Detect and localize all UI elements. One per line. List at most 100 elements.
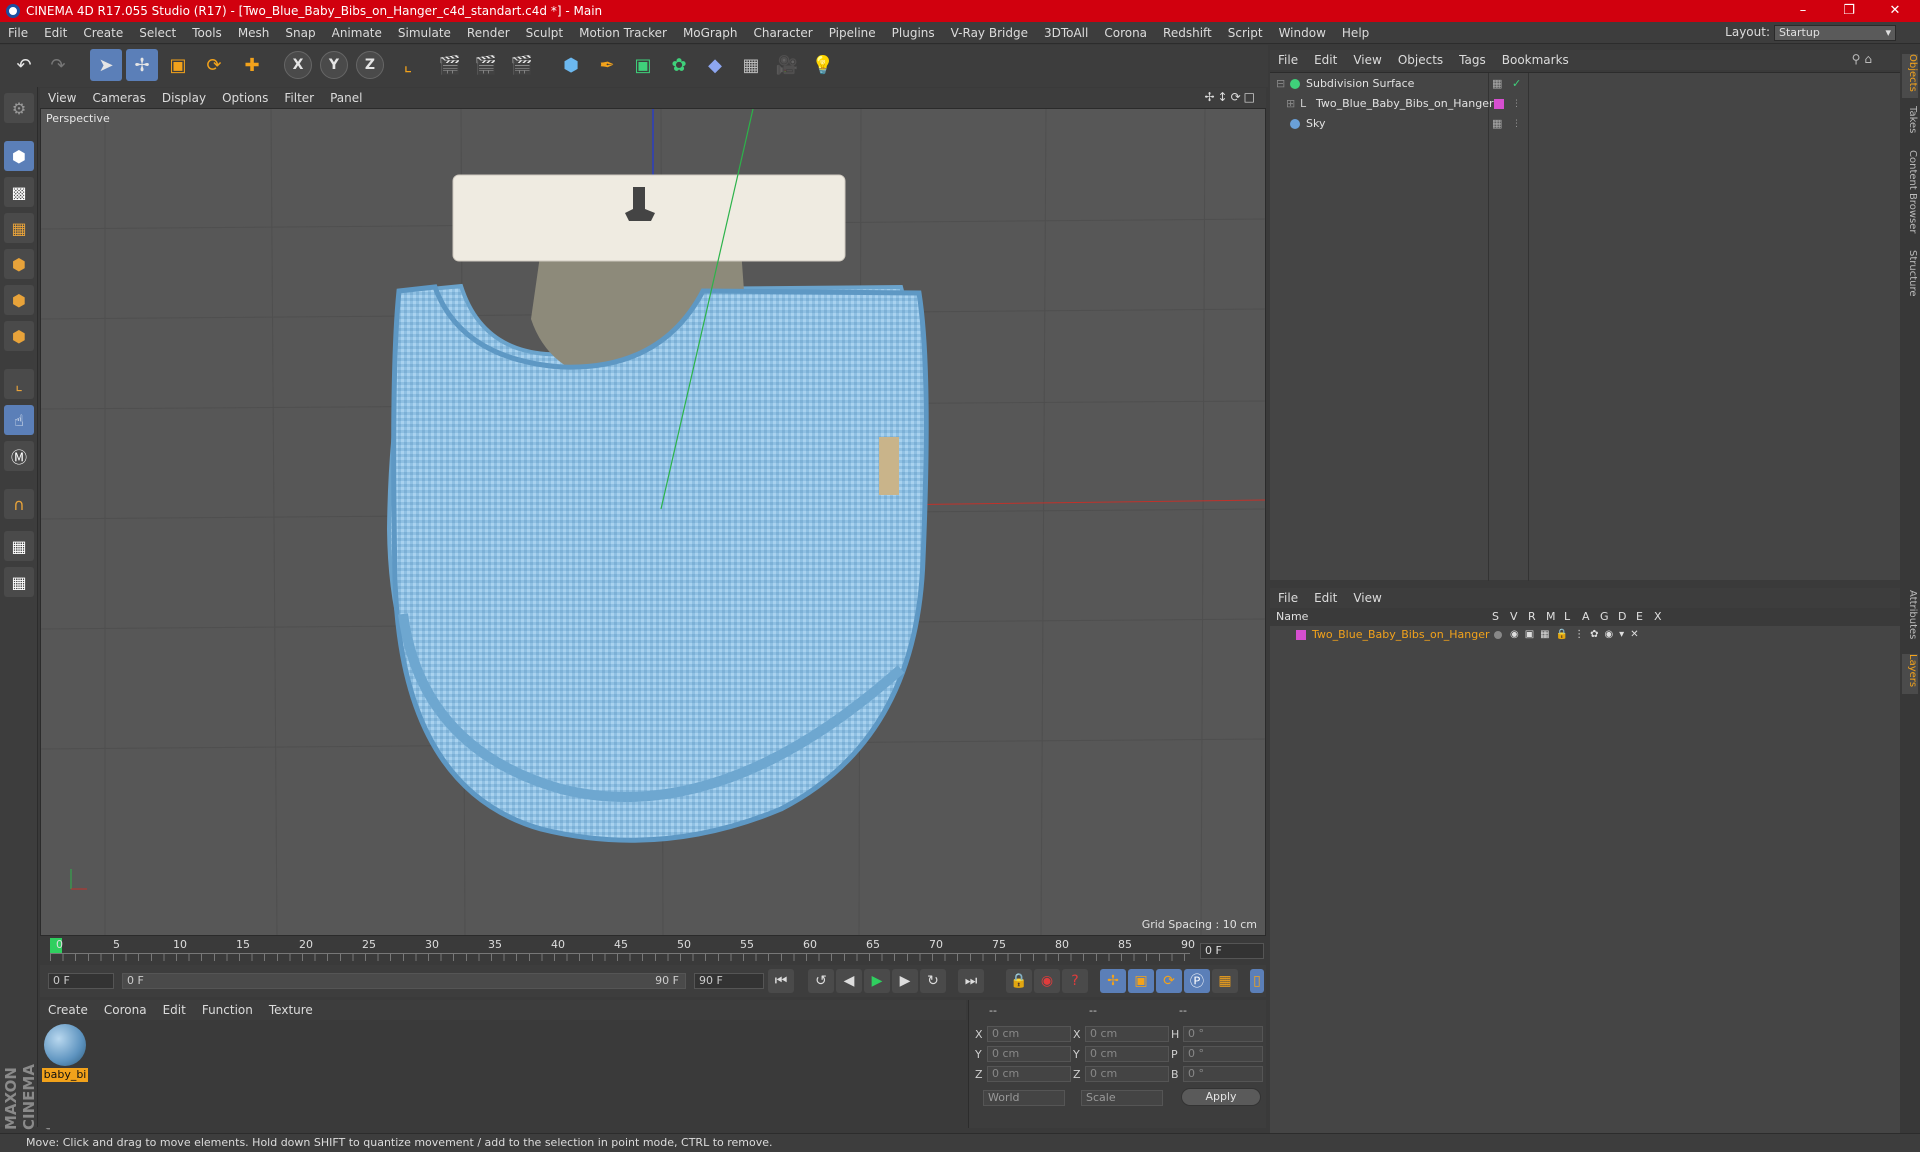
menu-mograph[interactable]: MoGraph (675, 22, 746, 44)
points-mode-icon[interactable]: ⬢ (4, 249, 34, 279)
key-pla-icon[interactable]: ▦ (1212, 969, 1238, 993)
menu-window[interactable]: Window (1271, 22, 1334, 44)
material-menu-texture[interactable]: Texture (261, 1000, 321, 1020)
material-menu-create[interactable]: Create (40, 1000, 96, 1020)
rotation-b-field[interactable]: 0 ° (1183, 1066, 1263, 1082)
object-row[interactable]: ⊟ Subdivision Surface ▦ ✓ (1270, 75, 1900, 93)
record-keys-icon[interactable]: 🔒 (1006, 969, 1032, 993)
viewport-menu-panel[interactable]: Panel (322, 88, 370, 108)
viewport-menu-filter[interactable]: Filter (276, 88, 322, 108)
viewport-nav-icons[interactable]: ✢↕⟳□ (1204, 90, 1258, 104)
tweak-mode-icon[interactable]: ☝ (4, 405, 34, 435)
menu-sculpt[interactable]: Sculpt (518, 22, 571, 44)
grid-snap-icon[interactable]: ▦ (4, 567, 34, 597)
workplane-mode-icon[interactable]: ▦ (4, 213, 34, 243)
menu-edit[interactable]: Edit (36, 22, 75, 44)
model-mode-icon[interactable]: ⬢ (4, 141, 34, 171)
cloner-icon[interactable]: ✿ (663, 49, 695, 81)
size-x-field[interactable]: 0 cm (1085, 1026, 1169, 1042)
end-frame-field[interactable]: 90 F (694, 973, 764, 989)
frame-range-slider[interactable]: 0 F 90 F (122, 973, 686, 989)
menu-pipeline[interactable]: Pipeline (821, 22, 884, 44)
edit-toggle-icon[interactable]: ▦ (1492, 75, 1502, 93)
layer-menu-view[interactable]: View (1345, 588, 1389, 608)
tab-structure[interactable]: Structure (1902, 250, 1918, 306)
object-menu-view[interactable]: View (1345, 50, 1389, 70)
layer-color-swatch[interactable] (1494, 99, 1504, 109)
menu-snap[interactable]: Snap (277, 22, 323, 44)
key-position-icon[interactable]: ✢ (1100, 969, 1126, 993)
render-picture-viewer-icon[interactable]: 🎬 (470, 49, 502, 81)
size-y-field[interactable]: 0 cm (1085, 1046, 1169, 1062)
object-menu-tags[interactable]: Tags (1451, 50, 1494, 70)
viewport-menu-options[interactable]: Options (214, 88, 276, 108)
polygons-mode-icon[interactable]: ⬢ (4, 321, 34, 351)
position-y-field[interactable]: 0 cm (987, 1046, 1071, 1062)
menu-tools[interactable]: Tools (184, 22, 230, 44)
light-icon[interactable]: 💡 (807, 49, 839, 81)
workplane-lock-icon[interactable]: ▦ (4, 531, 34, 561)
rotate-tool-icon[interactable]: ⟳ (198, 49, 230, 81)
play-icon[interactable]: ▶ (864, 969, 890, 993)
viewport-menu-view[interactable]: View (40, 88, 84, 108)
viewport-menu-display[interactable]: Display (154, 88, 214, 108)
size-z-field[interactable]: 0 cm (1085, 1066, 1169, 1082)
render-settings-icon[interactable]: 🎬 (506, 49, 538, 81)
rotation-p-field[interactable]: 0 ° (1183, 1046, 1263, 1062)
tab-objects[interactable]: Objects (1902, 54, 1918, 98)
menu-3dtoall[interactable]: 3DToAll (1036, 22, 1096, 44)
object-menu-objects[interactable]: Objects (1390, 50, 1451, 70)
z-axis-lock-button[interactable]: Z (356, 51, 384, 79)
scale-tool-icon[interactable]: ▣ (162, 49, 194, 81)
menu-animate[interactable]: Animate (324, 22, 390, 44)
menu-help[interactable]: Help (1334, 22, 1377, 44)
render-view-icon[interactable]: 🎬 (434, 49, 466, 81)
layer-color-swatch[interactable] (1296, 630, 1306, 640)
timeline-ruler[interactable]: 0 5 10 15 20 25 30 35 40 45 50 55 60 65 … (40, 938, 1266, 962)
key-rotation-icon[interactable]: ⟳ (1156, 969, 1182, 993)
menu-corona[interactable]: Corona (1096, 22, 1155, 44)
axis-mode-icon[interactable]: ⌞ (4, 369, 34, 399)
menu-simulate[interactable]: Simulate (390, 22, 459, 44)
tree-expand-icon[interactable]: ⊞ (1286, 95, 1295, 113)
menu-create[interactable]: Create (75, 22, 131, 44)
keyframe-selection-icon[interactable]: ? (1062, 969, 1088, 993)
transform-tool-icon[interactable]: ✚ (236, 49, 268, 81)
perspective-viewport[interactable]: Perspective Grid Spacing : 10 cm (40, 108, 1266, 936)
menu-plugins[interactable]: Plugins (884, 22, 943, 44)
coordinate-mode-dropdown[interactable]: World (983, 1090, 1065, 1106)
object-row[interactable]: Sky ▦ ⋮ (1270, 115, 1900, 133)
checkmark-icon[interactable]: ✓ (1512, 75, 1521, 93)
object-menu-bookmarks[interactable]: Bookmarks (1494, 50, 1577, 70)
layer-row[interactable]: Two_Blue_Baby_Bibs_on_Hanger ◉▣▦🔒⋮✿◉▾✕ (1270, 626, 1900, 644)
material-menu-corona[interactable]: Corona (96, 1000, 155, 1020)
coordinate-system-icon[interactable]: ⌞ (392, 49, 424, 81)
undo-icon[interactable]: ↶ (8, 49, 40, 81)
next-keyframe-icon[interactable]: ↻ (920, 969, 946, 993)
menu-render[interactable]: Render (459, 22, 518, 44)
layer-menu-edit[interactable]: Edit (1306, 588, 1345, 608)
key-parameter-icon[interactable]: Ⓟ (1184, 969, 1210, 993)
menu-character[interactable]: Character (745, 22, 820, 44)
visibility-dots-icon[interactable]: ⋮ (1512, 115, 1521, 133)
camera-icon[interactable]: 🎥 (771, 49, 803, 81)
tab-takes[interactable]: Takes (1902, 106, 1918, 146)
key-scale-icon[interactable]: ▣ (1128, 969, 1154, 993)
size-mode-dropdown[interactable]: Scale (1081, 1090, 1163, 1106)
layer-toggle-icons[interactable]: ◉▣▦🔒⋮✿◉▾✕ (1510, 626, 1645, 644)
autokey-icon[interactable]: ◉ (1034, 969, 1060, 993)
snap-icon[interactable]: Ⓜ (4, 441, 34, 471)
make-editable-icon[interactable]: ⚙ (4, 93, 34, 123)
texture-mode-icon[interactable]: ▩ (4, 177, 34, 207)
position-x-field[interactable]: 0 cm (987, 1026, 1071, 1042)
pen-spline-icon[interactable]: ✒ (591, 49, 623, 81)
visibility-dots-icon[interactable]: ⋮ (1512, 95, 1521, 113)
live-select-icon[interactable]: ➤ (90, 49, 122, 81)
close-icon[interactable]: ✕ (1872, 0, 1918, 22)
object-menu-file[interactable]: File (1270, 50, 1306, 70)
edges-mode-icon[interactable]: ⬢ (4, 285, 34, 315)
rotation-h-field[interactable]: 0 ° (1183, 1026, 1263, 1042)
tab-attributes[interactable]: Attributes (1902, 590, 1918, 650)
prev-keyframe-icon[interactable]: ↺ (808, 969, 834, 993)
material-menu-edit[interactable]: Edit (155, 1000, 194, 1020)
